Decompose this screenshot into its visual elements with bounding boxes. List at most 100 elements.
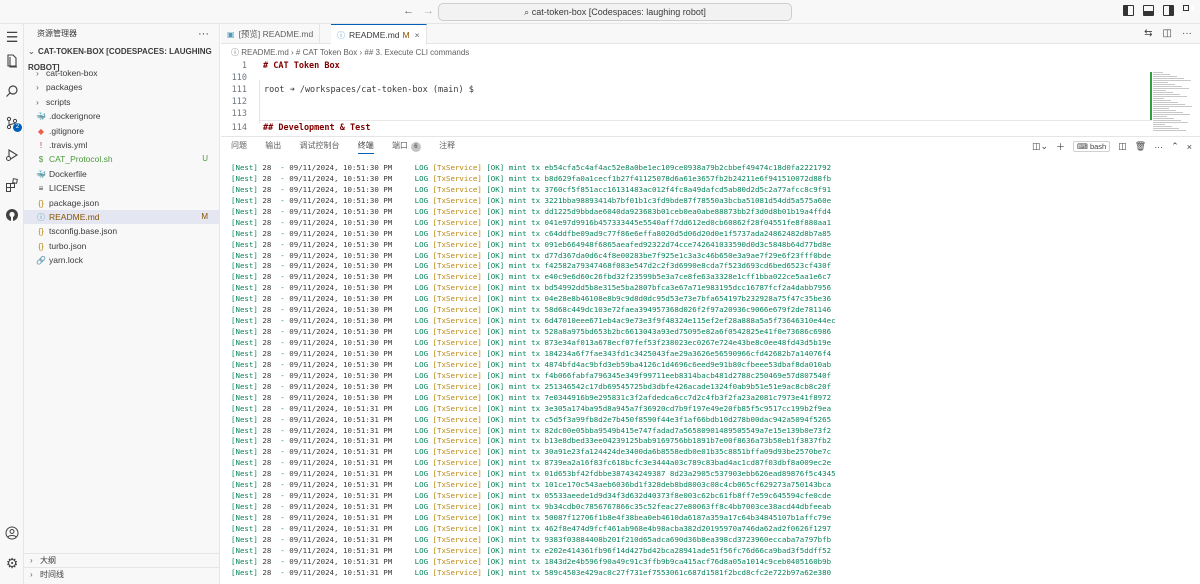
editor-area[interactable]: 1 # CAT Token Box 110 111 112 113 114 ## D… [221, 60, 1200, 136]
tab-debug-console[interactable]: 调试控制台 [299, 140, 339, 153]
forward-arrow-icon[interactable]: → [423, 5, 434, 17]
tab-problems[interactable]: 问题 [231, 140, 247, 153]
panel-tabs: 问题 输出 调试控制台 终端 端口 6 注释 [231, 140, 471, 156]
more-actions-icon[interactable]: ··· [1154, 142, 1163, 152]
terminal-line: [Nest] 28 - 09/11/2024, 10:51:30 PM LOG … [231, 228, 832, 238]
extensions-icon[interactable] [0, 174, 24, 196]
log-pid: 28 [262, 206, 272, 216]
log-context: [TxService] [432, 381, 482, 391]
folder-item[interactable]: › scripts [24, 95, 220, 109]
outline-section-header[interactable]: › 大纲 [24, 553, 220, 566]
terminal-output[interactable]: [Nest] 28 - 09/11/2024, 10:51:30 PM LOG … [231, 163, 1191, 583]
more-actions-icon[interactable]: ··· [1182, 28, 1192, 39]
compare-changes-icon[interactable]: ⇆ [1144, 28, 1152, 39]
file-item[interactable]: 🔗 yarn.lock [24, 253, 220, 267]
github-icon[interactable] [0, 204, 24, 226]
log-message: [OK] mint tx 50087f12706f1b8e4f38bea0eb4… [486, 513, 832, 522]
minimap-line [1153, 74, 1170, 75]
log-context: [TxService] [432, 458, 482, 468]
log-timestamp: 09/11/2024, 10:51:31 PM [289, 556, 393, 566]
file-item[interactable]: {} tsconfig.base.json [24, 224, 220, 238]
minimap-line [1153, 100, 1171, 101]
new-terminal-icon[interactable]: ＋ [1056, 140, 1065, 153]
run-debug-icon[interactable] [0, 144, 24, 166]
log-prefix: [Nest] [231, 173, 258, 183]
breadcrumb[interactable]: ⓘ README.md › # CAT Token Box › ## 3. Ex… [221, 45, 1200, 60]
kill-terminal-icon[interactable]: 🗑 [1135, 141, 1146, 152]
log-prefix: [Nest] [231, 272, 258, 282]
minimap-line [1153, 110, 1176, 111]
folder-item[interactable]: › packages [24, 80, 220, 94]
log-pid: 28 [262, 228, 272, 238]
split-editor-icon[interactable]: ◫ [1163, 28, 1172, 39]
layout-icon[interactable]: ◫⌄ [1032, 141, 1048, 152]
log-context: [TxService] [432, 250, 482, 260]
close-icon[interactable]: × [1187, 142, 1192, 152]
file-item[interactable]: {} package.json [24, 196, 220, 210]
log-pid: 28 [262, 338, 272, 347]
ports-count-badge: 6 [410, 142, 421, 152]
log-prefix: [Nest] [231, 425, 258, 435]
file-item[interactable]: 🐳 Dockerfile [24, 167, 220, 181]
close-icon[interactable]: × [415, 30, 420, 40]
log-message: [OK] mint tx 3760cf5f851acc16131483ac012… [486, 184, 832, 194]
customize-layout-icon[interactable] [1183, 5, 1194, 16]
terminal-line: [Nest] 28 - 09/11/2024, 10:51:30 PM LOG … [231, 305, 832, 315]
tab-preview-readme[interactable]: ▣ [预览] README.md [221, 24, 321, 44]
file-item[interactable]: ◆ .gitignore [24, 124, 220, 138]
toggle-panel-icon[interactable] [1143, 5, 1154, 16]
log-pid: 28 [262, 261, 272, 271]
log-pid: 28 [262, 305, 272, 315]
log-timestamp: 09/11/2024, 10:51:31 PM [289, 425, 393, 435]
maximize-panel-icon[interactable]: ⌃ [1171, 141, 1179, 152]
terminal-line: [Nest] 28 - 09/11/2024, 10:51:31 PM LOG … [231, 491, 832, 501]
tab-ports[interactable]: 端口 6 [392, 140, 421, 154]
source-control-icon[interactable]: 2 [0, 112, 24, 134]
tab-output[interactable]: 输出 [265, 140, 281, 153]
command-center-search[interactable]: ⌕ cat-token-box [Codespaces: laughing ro… [438, 3, 792, 21]
log-prefix: [Nest] [231, 206, 258, 216]
terminal-line: [Nest] 28 - 09/11/2024, 10:51:30 PM LOG … [231, 217, 832, 227]
log-pid: 28 [262, 370, 272, 380]
log-prefix: [Nest] [231, 239, 258, 249]
more-actions-icon[interactable]: ··· [198, 24, 209, 44]
terminal-line: [Nest] 28 - 09/11/2024, 10:51:30 PM LOG … [231, 294, 832, 304]
file-item[interactable]: ! .travis.yml [24, 138, 220, 152]
split-terminal-icon[interactable]: ◫ [1118, 141, 1127, 152]
toggle-primary-sidebar-icon[interactable] [1123, 5, 1134, 16]
manage-gear-icon[interactable]: ⚙ [0, 552, 24, 574]
log-pid: 28 [262, 567, 272, 577]
search-icon[interactable] [0, 80, 24, 102]
file-item[interactable]: 🐳 .dockerignore [24, 109, 220, 123]
log-prefix: [Nest] [231, 545, 258, 555]
menu-icon[interactable]: ☰ [0, 26, 24, 48]
folder-item[interactable]: › cat-token-box [24, 66, 220, 80]
back-arrow-icon[interactable]: ← [403, 5, 414, 17]
log-message: [OK] mint tx b13e8dbed33ee04239125bab916… [486, 436, 832, 446]
tab-readme[interactable]: ⓘ README.md M × [331, 24, 427, 45]
workspace-section-header[interactable]: ⌄ CAT-TOKEN-BOX [CODESPACES: LAUGHING ROB… [24, 44, 219, 72]
terminal-line: [Nest] 28 - 09/11/2024, 10:51:30 PM LOG … [231, 327, 832, 337]
log-pid: 28 [262, 250, 272, 260]
minimap-line [1153, 120, 1181, 121]
log-context: [TxService] [432, 392, 482, 402]
item-label: package.json [49, 197, 100, 208]
tab-comments[interactable]: 注释 [439, 140, 455, 153]
terminal-line: [Nest] 28 - 09/11/2024, 10:51:31 PM LOG … [231, 545, 832, 555]
timeline-section-header[interactable]: › 时间线 [24, 567, 220, 580]
file-item[interactable]: ⓘ README.md M [24, 210, 220, 224]
accounts-icon[interactable] [0, 522, 24, 544]
file-item[interactable]: {} turbo.json [24, 239, 220, 253]
toggle-secondary-sidebar-icon[interactable] [1163, 5, 1174, 16]
log-message: [OK] mint tx 6d47010eee671eb4ac9e73e3f9f… [486, 316, 836, 326]
file-item[interactable]: ≡ LICENSE [24, 181, 220, 195]
line-number: 110 [231, 73, 247, 83]
terminal-line: [Nest] 28 - 09/11/2024, 10:51:30 PM LOG … [231, 250, 832, 260]
terminal-shell-selector[interactable]: ⌨ bash [1073, 141, 1111, 152]
explorer-icon[interactable] [0, 50, 24, 72]
tab-terminal[interactable]: 终端 [357, 140, 374, 154]
log-message: [OK] mint tx 30a91e23fa124424de3400da6b8… [486, 447, 832, 457]
log-pid: 28 [262, 163, 272, 172]
minimap[interactable] [1151, 60, 1198, 136]
file-item[interactable]: $ CAT_Protocol.sh U [24, 152, 220, 166]
